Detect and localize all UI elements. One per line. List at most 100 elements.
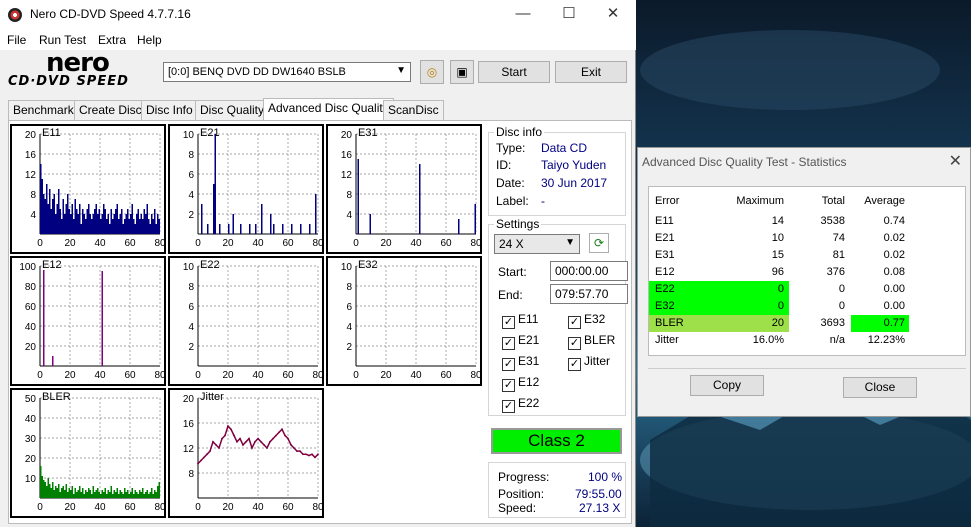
tab-disc-quality[interactable]: Disc Quality — [195, 100, 270, 120]
data-bar — [77, 490, 79, 498]
data-bar — [74, 199, 76, 234]
data-bar — [106, 219, 108, 234]
jitter-point — [299, 450, 301, 453]
data-bar — [77, 214, 79, 234]
data-spike — [261, 204, 263, 234]
drive-info-button[interactable]: ◎ — [420, 60, 444, 84]
data-bar — [145, 214, 147, 234]
data-bar — [140, 492, 142, 498]
minimize-button[interactable]: — — [500, 0, 546, 30]
x-tick-label: 40 — [94, 502, 106, 513]
menu-extra[interactable]: Extra — [98, 33, 126, 47]
data-bar — [92, 214, 94, 234]
end-time-input[interactable]: 079:57.70 — [550, 284, 628, 304]
y-tick-label: 4 — [30, 210, 36, 221]
checkmark-icon: ✓ — [568, 358, 581, 371]
checkbox-e22[interactable]: ✓ E22 — [502, 396, 539, 413]
checkbox-e12[interactable]: ✓ E12 — [502, 375, 539, 392]
jitter-point — [251, 447, 253, 449]
data-bar — [137, 209, 139, 234]
position-value: 79:55.00 — [575, 487, 622, 501]
checkbox-bler[interactable]: ✓ BLER — [568, 333, 615, 350]
x-tick-label: 0 — [353, 370, 359, 381]
statistics-cell-total: 81 — [832, 249, 845, 261]
data-bar — [134, 224, 136, 234]
data-spike — [101, 271, 103, 366]
data-spike — [219, 224, 221, 234]
close-icon[interactable]: ✕ — [949, 151, 962, 171]
statistics-row: E21 10 74 0.02 — [649, 230, 967, 247]
tab-disc-info[interactable]: Disc Info — [141, 100, 198, 120]
x-tick-label: 0 — [195, 238, 201, 249]
x-tick-label: 60 — [282, 370, 294, 381]
y-tick-label: 8 — [346, 190, 352, 201]
save-button[interactable]: ▣ — [450, 60, 474, 84]
maximize-button[interactable]: ☐ — [546, 0, 592, 30]
x-tick-label: 60 — [124, 370, 136, 381]
y-tick-label: 8 — [188, 150, 194, 161]
checkbox-e11[interactable]: ✓ E11 — [502, 312, 538, 329]
start-time-input[interactable]: 000:00.00 — [550, 261, 628, 281]
data-bar — [125, 214, 127, 234]
tab-scandisc[interactable]: ScanDisc — [383, 100, 444, 120]
data-bar — [44, 482, 46, 498]
data-bar — [124, 488, 126, 498]
data-bar — [115, 209, 117, 234]
speed-select[interactable]: 24 X ▼ — [494, 234, 580, 254]
x-tick-label: 40 — [94, 238, 106, 249]
jitter-point — [308, 454, 310, 457]
close-button[interactable]: ✕ — [590, 0, 636, 30]
data-bar — [154, 209, 156, 234]
data-bar — [139, 219, 141, 234]
x-tick-label: 60 — [124, 502, 136, 513]
data-bar — [83, 494, 85, 498]
checkbox-label: E31 — [518, 354, 540, 368]
data-bar — [130, 492, 132, 498]
statistics-table: Error Maximum Total Average E11 14 3538 0.74 E21… — [648, 186, 966, 356]
checkbox-e32[interactable]: ✓ E32 — [568, 312, 605, 329]
data-bar — [86, 209, 88, 234]
checkbox-e21[interactable]: ✓ E21 — [502, 333, 539, 350]
tab-benchmark[interactable]: Benchmark — [8, 100, 79, 120]
x-tick-label: 80 — [154, 238, 166, 249]
x-tick-label: 20 — [222, 502, 234, 513]
disc-label-label: Label: — [496, 194, 529, 208]
x-tick-label: 60 — [124, 238, 136, 249]
data-bar — [59, 209, 61, 234]
statistics-cell-maximum: 96 — [771, 266, 784, 278]
jitter-point — [245, 440, 247, 443]
data-bar — [152, 219, 154, 234]
class-result-badge: Class 2 — [491, 428, 622, 454]
data-spike — [43, 270, 45, 366]
menu-help[interactable]: Help — [137, 33, 162, 47]
y-tick-label: 10 — [25, 474, 37, 485]
data-bar — [101, 490, 103, 498]
checkbox-jitter[interactable]: ✓ Jitter — [568, 354, 610, 371]
menu-file[interactable]: File — [7, 33, 26, 47]
refresh-speed-button[interactable]: ⟳ — [589, 233, 609, 253]
data-bar — [145, 492, 147, 498]
y-tick-label: 40 — [25, 414, 37, 425]
data-bar — [85, 490, 87, 498]
statistics-cell-error: E31 — [655, 249, 675, 261]
start-button[interactable]: Start — [478, 61, 550, 83]
data-bar — [154, 490, 156, 498]
tab-create-disc[interactable]: Create Disc — [74, 100, 147, 120]
x-tick-label: 20 — [222, 370, 234, 381]
exit-button[interactable]: Exit — [555, 61, 627, 83]
chart-title: E11 — [42, 127, 61, 139]
stats-close-button[interactable]: Close — [843, 377, 917, 398]
checkbox-e31[interactable]: ✓ E31 — [502, 354, 539, 371]
x-tick-label: 60 — [440, 238, 452, 249]
data-bar — [109, 492, 111, 498]
tab-advanced-disc-quality[interactable]: Advanced Disc Quality — [263, 98, 394, 120]
data-bar — [52, 482, 54, 498]
data-spike — [232, 214, 234, 234]
jitter-point — [221, 437, 223, 440]
data-bar — [157, 214, 159, 234]
menu-run-test[interactable]: Run Test — [39, 33, 86, 47]
copy-button[interactable]: Copy — [690, 375, 764, 396]
drive-select[interactable]: [0:0] BENQ DVD DD DW1640 BSLB ▼ — [163, 62, 411, 82]
data-bar — [53, 490, 55, 498]
statistics-cell-average: 0.00 — [883, 283, 905, 295]
